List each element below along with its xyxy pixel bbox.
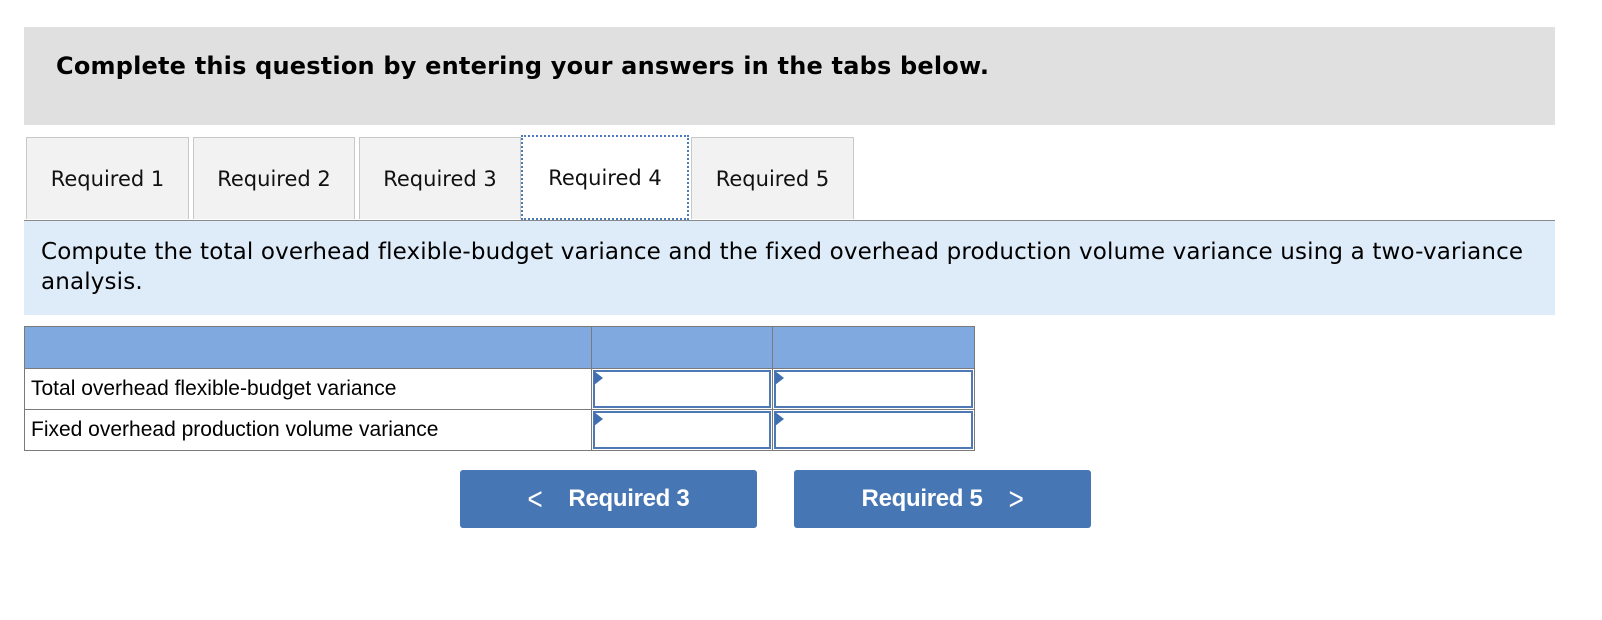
tab-required-3[interactable]: Required 3 bbox=[359, 137, 521, 219]
instructions-header: Complete this question by entering your … bbox=[24, 27, 1555, 125]
cell-flexible-budget-variance-type bbox=[772, 368, 975, 410]
chevron-right-icon: > bbox=[1008, 480, 1024, 517]
input-marker-icon bbox=[594, 412, 603, 426]
table-row: Fixed overhead production volume varianc… bbox=[24, 409, 975, 451]
answer-table: Total overhead flexible-budget variance … bbox=[24, 326, 975, 451]
table-header-label bbox=[24, 326, 592, 369]
tab-required-5[interactable]: Required 5 bbox=[691, 137, 854, 219]
table-header-row bbox=[24, 326, 975, 369]
input-marker-icon bbox=[594, 371, 603, 385]
chevron-left-icon: < bbox=[527, 480, 543, 517]
table-header-col-1 bbox=[591, 326, 773, 369]
table-header-col-2 bbox=[772, 326, 975, 369]
input-marker-icon bbox=[775, 371, 784, 385]
cell-production-volume-variance-amount bbox=[591, 409, 773, 451]
prev-required-3-button[interactable]: < Required 3 bbox=[460, 470, 757, 528]
instruction-text: Compute the total overhead flexible-budg… bbox=[41, 239, 1524, 295]
next-required-5-button[interactable]: Required 5 > bbox=[794, 470, 1091, 528]
row-label-flexible-budget-variance: Total overhead flexible-budget variance bbox=[24, 368, 592, 410]
instruction-panel: Compute the total overhead flexible-budg… bbox=[24, 221, 1555, 315]
production-volume-variance-amount-input[interactable] bbox=[593, 411, 771, 449]
table-row: Total overhead flexible-budget variance bbox=[24, 368, 975, 410]
flexible-budget-variance-amount-input[interactable] bbox=[593, 370, 771, 408]
cell-flexible-budget-variance-amount bbox=[591, 368, 773, 410]
prev-button-label: Required 3 bbox=[568, 485, 690, 512]
row-label-production-volume-variance: Fixed overhead production volume varianc… bbox=[24, 409, 592, 451]
cell-production-volume-variance-type bbox=[772, 409, 975, 451]
header-title: Complete this question by entering your … bbox=[56, 52, 990, 80]
next-button-label: Required 5 bbox=[861, 485, 983, 512]
flexible-budget-variance-type-input[interactable] bbox=[774, 370, 973, 408]
input-marker-icon bbox=[775, 412, 784, 426]
production-volume-variance-type-input[interactable] bbox=[774, 411, 973, 449]
tab-required-2[interactable]: Required 2 bbox=[193, 137, 355, 219]
tab-required-1[interactable]: Required 1 bbox=[26, 137, 189, 219]
tab-required-4[interactable]: Required 4 bbox=[521, 135, 689, 220]
